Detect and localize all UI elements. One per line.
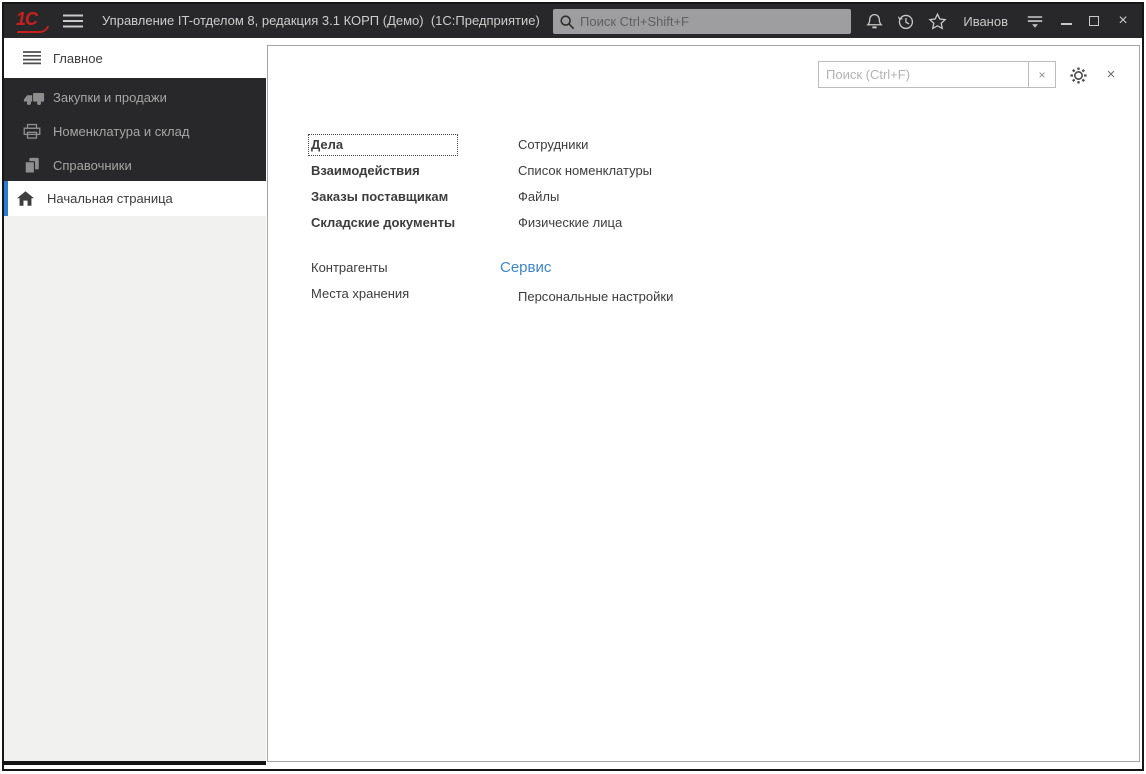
link-fizicheskie-litsa[interactable]: Физические лица — [518, 215, 652, 231]
active-accent-bar — [4, 181, 8, 216]
service-section: Сервис Персональные настройки — [500, 259, 673, 305]
list-icon — [23, 50, 49, 66]
search-icon — [560, 14, 575, 29]
link-dela[interactable]: Дела — [307, 134, 459, 156]
home-page-panel: × × Дела Взаимодействия Заказы поставщик… — [267, 45, 1140, 762]
link-spisok-nomenklatury[interactable]: Список номенклатуры — [518, 163, 652, 179]
sidebar-item-home-page[interactable]: Начальная страница — [4, 181, 266, 216]
current-user-button[interactable]: Иванов — [953, 14, 1018, 29]
link-zakazy-postavshchikam[interactable]: Заказы поставщикам — [311, 189, 455, 205]
link-personalnye-nastroyki[interactable]: Персональные настройки — [518, 289, 673, 305]
sidebar-item-nomenklatura[interactable]: Номенклатура и склад — [4, 114, 266, 149]
catalogs-links-column: Сотрудники Список номенклатуры Файлы Физ… — [518, 137, 652, 241]
sidebar-item-zakupki[interactable]: Закупки и продажи — [4, 80, 266, 115]
1c-logo-icon: 1С — [16, 9, 56, 33]
title-bar: 1С Управление IT-отделом 8, редакция 3.1… — [4, 4, 1142, 38]
minimize-icon[interactable] — [1052, 4, 1080, 38]
panel-search-box[interactable]: × — [818, 61, 1056, 88]
main-menu-hamburger-icon[interactable] — [62, 13, 84, 29]
extra-links-column: Контрагенты Места хранения — [311, 260, 409, 312]
link-fayly[interactable]: Файлы — [518, 189, 652, 205]
home-icon — [17, 191, 43, 206]
titlebar-right-controls: Иванов × — [859, 4, 1138, 38]
app-window: 1С Управление IT-отделом 8, редакция 3.1… — [2, 2, 1144, 771]
documents-icon — [23, 157, 49, 174]
notifications-bell-icon[interactable] — [859, 4, 889, 38]
link-vzaimodeystviya[interactable]: Взаимодействия — [311, 163, 455, 179]
link-mesta-khraneniya[interactable]: Места хранения — [311, 286, 409, 302]
sidebar-item-glavnoe[interactable]: Главное — [4, 38, 266, 78]
sidebar-lower-background — [4, 216, 266, 761]
global-search-input[interactable] — [580, 14, 845, 29]
printer-icon — [23, 123, 49, 140]
global-search-box[interactable] — [553, 9, 851, 34]
history-icon[interactable] — [889, 4, 921, 38]
link-kontragenty[interactable]: Контрагенты — [311, 260, 409, 276]
link-skladskie-dokumenty[interactable]: Складские документы — [311, 215, 455, 231]
service-settings-menu-icon[interactable] — [1018, 4, 1052, 38]
maximize-icon[interactable] — [1080, 4, 1108, 38]
sidebar-item-spravochniki[interactable]: Справочники — [4, 148, 266, 183]
favorites-star-icon[interactable] — [921, 4, 953, 38]
window-title: Управление IT-отделом 8, редакция 3.1 КО… — [102, 13, 540, 28]
close-window-icon[interactable]: × — [1108, 4, 1138, 38]
documents-links-column: Дела Взаимодействия Заказы поставщикам С… — [307, 134, 459, 241]
truck-icon — [23, 90, 49, 106]
logo-swoosh — [16, 26, 50, 33]
gear-icon[interactable] — [1066, 63, 1090, 87]
close-panel-icon[interactable]: × — [1100, 63, 1122, 85]
link-sotrudniki[interactable]: Сотрудники — [518, 137, 652, 153]
clear-search-icon[interactable]: × — [1028, 62, 1055, 87]
service-section-header[interactable]: Сервис — [500, 259, 673, 276]
panel-search-input[interactable] — [819, 62, 1028, 87]
sidebar-bottom-border — [4, 761, 266, 765]
